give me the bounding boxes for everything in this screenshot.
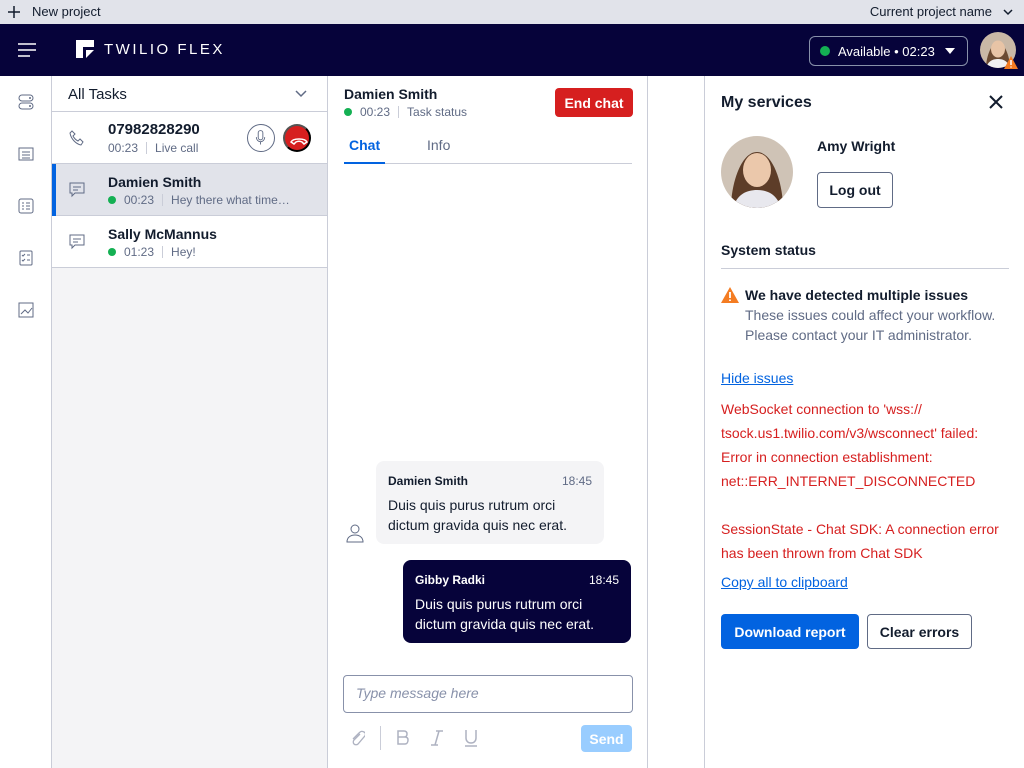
teams-icon[interactable] — [18, 198, 34, 214]
mute-button[interactable] — [247, 124, 275, 152]
phone-icon — [69, 130, 84, 146]
panel-title: My services — [721, 94, 812, 111]
task-meta: 00:23 Hey there what time ca... — [108, 193, 293, 207]
divider — [721, 268, 1009, 269]
brand-name: TWILIO FLEX — [104, 40, 225, 58]
tasks-icon[interactable] — [18, 250, 34, 266]
task-filter[interactable]: All Tasks — [52, 76, 327, 112]
task-item-call[interactable]: 07982828290 00:23 Live call — [52, 112, 327, 164]
hang-up-button[interactable] — [283, 124, 311, 152]
task-time: 00:23 — [108, 141, 139, 155]
task-name: Sally McMannus — [108, 226, 217, 242]
status-dot — [108, 196, 116, 204]
message-input[interactable]: Type message here — [343, 675, 633, 713]
chat-contact-name: Damien Smith — [344, 86, 438, 102]
toolbar-divider — [380, 726, 381, 750]
send-button[interactable]: Send — [581, 725, 632, 752]
active-tab-indicator — [344, 162, 385, 164]
flex-logo-icon — [76, 40, 94, 58]
message-author: Gibby Radki — [415, 573, 486, 587]
chat-status: Task status — [407, 105, 468, 119]
system-status-heading: System status — [721, 242, 816, 258]
end-chat-button[interactable]: End chat — [555, 88, 633, 117]
error-message: SessionState - Chat SDK: A connection er… — [721, 521, 999, 561]
message-time: 18:45 — [561, 474, 592, 488]
hang-up-icon — [290, 138, 308, 145]
message-header: Damien Smith 18:45 — [388, 471, 592, 491]
divider — [162, 194, 164, 206]
hamburger-menu-icon[interactable] — [18, 43, 36, 57]
divider — [162, 246, 164, 258]
chevron-down-icon — [295, 90, 307, 98]
error-message: WebSocket connection to 'wss:// tsock.us… — [721, 401, 979, 489]
analytics-icon[interactable] — [18, 302, 34, 318]
chat-icon — [69, 182, 85, 198]
user-avatar — [721, 136, 793, 208]
queues-icon[interactable] — [18, 146, 34, 162]
task-item-chat[interactable]: Sally McMannus 01:23 Hey! — [52, 216, 327, 268]
message-outgoing: Gibby Radki 18:45 Duis quis purus rutrum… — [403, 560, 631, 643]
divider — [398, 106, 400, 118]
warning-icon — [1004, 56, 1018, 69]
chat-icon — [69, 234, 85, 250]
task-meta: 01:23 Hey! — [108, 245, 196, 259]
side-rail — [0, 76, 52, 768]
status-dot — [344, 108, 352, 116]
tab-chat[interactable]: Chat — [349, 137, 380, 153]
chat-tabs: Chat Info — [344, 130, 632, 164]
message-time: 18:45 — [588, 573, 619, 587]
attach-icon[interactable] — [349, 728, 365, 748]
close-icon[interactable] — [989, 95, 1003, 109]
caret-down-icon — [945, 48, 955, 54]
clear-errors-button[interactable]: Clear errors — [867, 614, 972, 649]
new-project-link[interactable]: New project — [32, 4, 101, 19]
availability-dot — [820, 46, 830, 56]
task-item-chat-selected[interactable]: Damien Smith 00:23 Hey there what time c… — [52, 164, 327, 216]
my-services-panel: My services Amy Wright Log out System st… — [704, 76, 1024, 768]
issue-title: We have detected multiple issues — [745, 287, 969, 303]
issue-description: These issues could affect your workflow.… — [745, 307, 996, 343]
availability-dropdown[interactable]: Available • 02:23 — [809, 36, 968, 66]
copy-to-clipboard-link[interactable]: Copy all to clipboard — [721, 574, 848, 590]
hide-issues-link[interactable]: Hide issues — [721, 370, 793, 386]
task-time: 01:23 — [124, 245, 155, 259]
top-header: TWILIO FLEX Available • 02:23 — [0, 24, 1024, 76]
brand-logo: TWILIO FLEX — [76, 40, 225, 58]
underline-icon[interactable] — [463, 728, 479, 748]
chat-time: 00:23 — [360, 105, 391, 119]
warning-icon — [721, 287, 739, 303]
divider — [146, 142, 148, 154]
status-dot — [108, 248, 116, 256]
task-preview: Hey! — [171, 245, 196, 259]
task-name: Damien Smith — [108, 174, 202, 190]
task-name: 07982828290 — [108, 121, 200, 138]
user-name: Amy Wright — [817, 138, 896, 154]
availability-label: Available • 02:23 — [838, 43, 935, 59]
message-header: Gibby Radki 18:45 — [415, 570, 619, 590]
italic-icon[interactable] — [429, 728, 445, 748]
user-icon — [346, 524, 364, 543]
task-meta: 00:23 Live call — [108, 141, 198, 155]
message-text: Duis quis purus rutrum orci dictum gravi… — [388, 497, 567, 533]
message-text: Duis quis purus rutrum orci dictum gravi… — [415, 596, 594, 632]
download-report-button[interactable]: Download report — [721, 614, 859, 649]
task-time: 00:23 — [124, 193, 155, 207]
microphone-icon — [255, 130, 266, 145]
chat-panel: Damien Smith 00:23 Task status End chat … — [328, 76, 648, 768]
current-project-name[interactable]: Current project name — [870, 4, 992, 19]
task-filter-label: All Tasks — [68, 86, 127, 103]
project-bar: New project Current project name — [0, 0, 1024, 24]
task-list: All Tasks 07982828290 00:23 Live call Da… — [52, 76, 328, 768]
message-incoming: Damien Smith 18:45 Duis quis purus rutru… — [376, 461, 604, 544]
chat-meta: 00:23 Task status — [344, 105, 467, 119]
task-preview: Hey there what time ca... — [171, 193, 294, 207]
plus-icon[interactable] — [6, 2, 22, 22]
task-status: Live call — [155, 141, 199, 155]
agent-desktop-icon[interactable] — [18, 94, 34, 110]
message-author: Damien Smith — [388, 474, 469, 488]
chevron-down-icon[interactable] — [1002, 6, 1014, 18]
bold-icon[interactable] — [395, 728, 411, 748]
tab-info[interactable]: Info — [427, 137, 450, 153]
log-out-button[interactable]: Log out — [817, 172, 893, 208]
